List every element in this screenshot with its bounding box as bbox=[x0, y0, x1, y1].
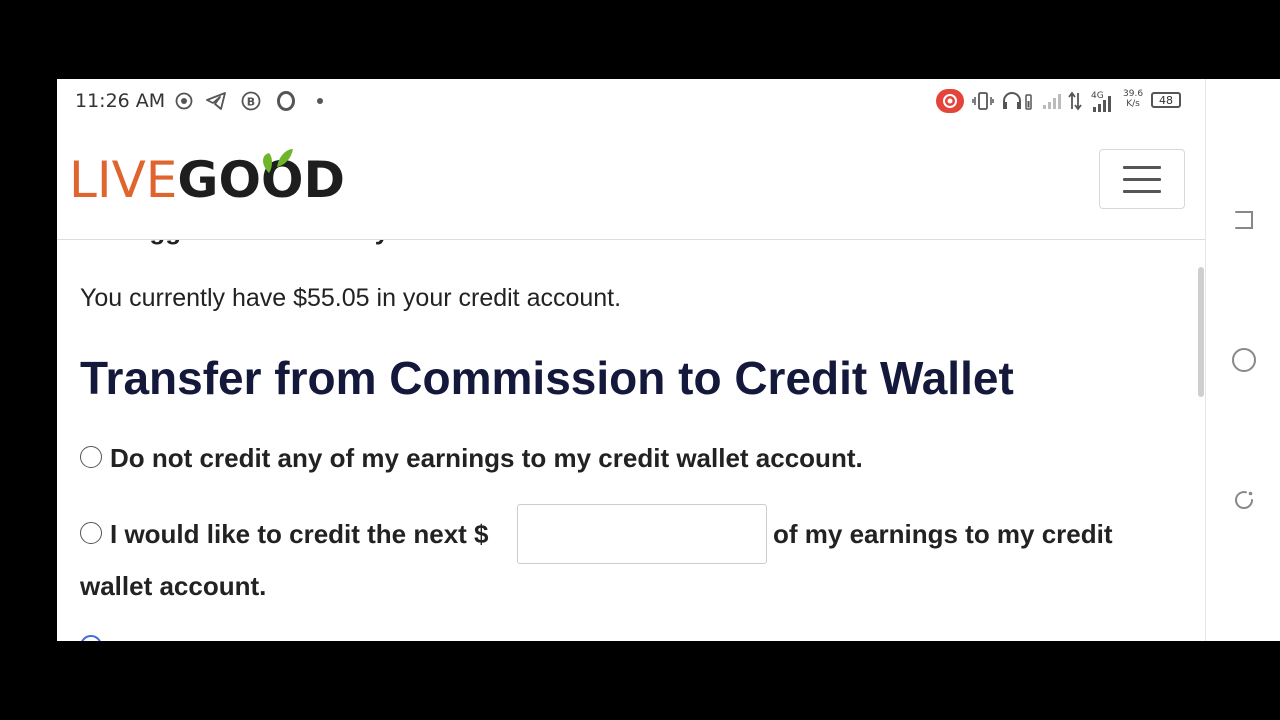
home-button[interactable] bbox=[1231, 347, 1257, 373]
leaf-icon bbox=[263, 149, 293, 173]
recents-button[interactable] bbox=[1231, 487, 1257, 513]
radio-credit-next[interactable] bbox=[80, 522, 102, 545]
hamburger-line bbox=[1123, 190, 1161, 193]
page-title: Transfer from Commission to Credit Walle… bbox=[80, 352, 1014, 404]
home-circle-icon bbox=[1232, 348, 1256, 372]
credit-balance-text: You currently have $55.05 in your credit… bbox=[80, 284, 622, 312]
option-credit-next[interactable]: I would like to credit the next $ bbox=[80, 519, 489, 550]
option-no-credit[interactable]: Do not credit any of my earnings to my c… bbox=[80, 443, 863, 474]
recents-icon bbox=[1235, 491, 1254, 509]
credit-amount-input[interactable] bbox=[517, 504, 767, 564]
radio-no-credit[interactable] bbox=[80, 446, 102, 469]
page-scrollbar[interactable] bbox=[1198, 267, 1204, 397]
android-nav-bar bbox=[1205, 79, 1280, 641]
hamburger-line bbox=[1123, 178, 1161, 181]
back-button[interactable] bbox=[1231, 207, 1257, 233]
radio-option-three[interactable] bbox=[80, 635, 102, 641]
option-no-credit-label: Do not credit any of my earnings to my c… bbox=[110, 443, 863, 473]
option-credit-next-label: I would like to credit the next $ bbox=[110, 519, 489, 549]
hamburger-line bbox=[1123, 166, 1161, 169]
option-credit-next-suffix: of my earnings to my credit bbox=[773, 519, 1113, 549]
hamburger-menu-button[interactable] bbox=[1099, 149, 1185, 209]
back-icon bbox=[1235, 211, 1253, 229]
logo-live-text: LIVE bbox=[69, 151, 178, 209]
option-credit-next-wrap: wallet account. bbox=[80, 571, 267, 601]
phone-screen: 11:26 AM B 4G 39.6 K/s 48 You currently … bbox=[57, 79, 1205, 641]
livegood-logo[interactable]: LIVEGOOD bbox=[69, 149, 345, 209]
site-header: LIVEGOOD bbox=[57, 123, 1205, 240]
